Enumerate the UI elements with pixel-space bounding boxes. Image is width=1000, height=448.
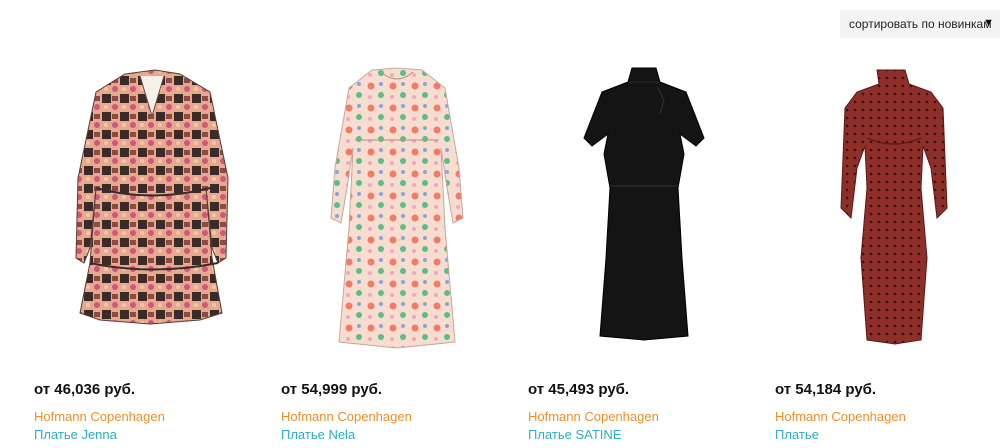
product-brand[interactable]: Hofmann Copenhagen xyxy=(34,409,165,424)
chevron-down-icon: ▼ xyxy=(983,17,994,29)
product-brand[interactable]: Hofmann Copenhagen xyxy=(528,409,659,424)
product-brand[interactable]: Hofmann Copenhagen xyxy=(281,409,412,424)
product-name[interactable]: Платье Nela xyxy=(281,427,355,442)
product-name[interactable]: Платье xyxy=(775,427,819,442)
product-card[interactable]: от 54,999 руб. Hofmann Copenhagen Платье… xyxy=(277,58,517,448)
product-price: от 46,036 руб. xyxy=(34,381,136,398)
product-price: от 54,999 руб. xyxy=(281,381,383,398)
product-image[interactable] xyxy=(277,58,517,358)
sort-dropdown[interactable]: сортировать по новинкам ▼ xyxy=(840,10,1000,38)
product-brand[interactable]: Hofmann Copenhagen xyxy=(775,409,906,424)
product-image[interactable] xyxy=(524,58,764,358)
product-image[interactable] xyxy=(30,58,270,358)
product-image[interactable] xyxy=(771,58,1000,358)
product-name[interactable]: Платье SATINE xyxy=(528,427,621,442)
product-price: от 45,493 руб. xyxy=(528,381,630,398)
product-card[interactable]: от 45,493 руб. Hofmann Copenhagen Платье… xyxy=(524,58,764,448)
product-card[interactable]: от 54,184 руб. Hofmann Copenhagen Платье xyxy=(771,58,1000,448)
product-grid: от 46,036 руб. Hofmann Copenhagen Платье… xyxy=(0,58,1000,448)
sort-label: сортировать по новинкам xyxy=(849,17,992,31)
product-price: от 54,184 руб. xyxy=(775,381,877,398)
product-card[interactable]: от 46,036 руб. Hofmann Copenhagen Платье… xyxy=(30,58,270,448)
product-name[interactable]: Платье Jenna xyxy=(34,427,117,442)
